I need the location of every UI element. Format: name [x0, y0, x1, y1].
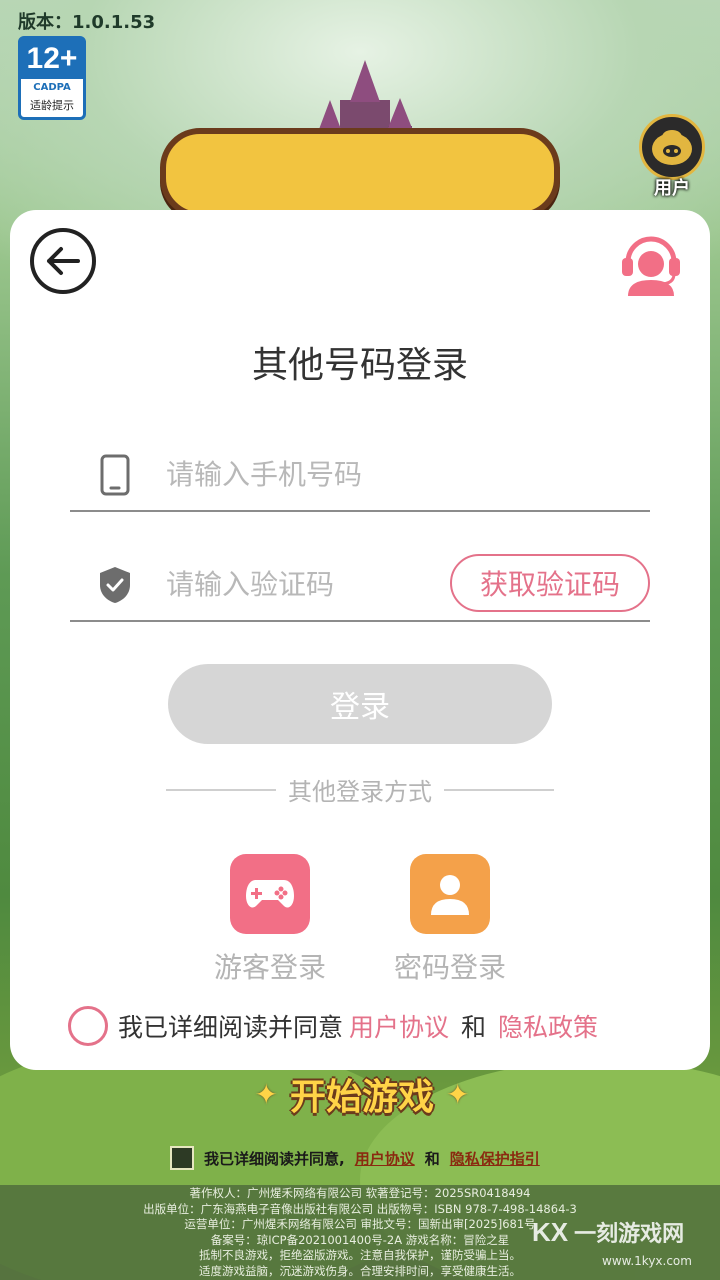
age-rating: 12+	[21, 39, 83, 79]
privacy-policy-link[interactable]: 隐私政策	[498, 1008, 598, 1044]
user-button[interactable]: 用户	[636, 114, 708, 204]
verification-code-field: 获取验证码	[70, 552, 650, 622]
login-button[interactable]: 登录	[168, 664, 552, 744]
get-code-button[interactable]: 获取验证码	[450, 554, 650, 612]
watermark-mark: KX	[532, 1216, 569, 1247]
guest-login-label: 游客登录	[213, 951, 326, 984]
customer-service-button[interactable]	[616, 228, 686, 298]
divider-line	[444, 788, 554, 791]
user-agreement-link[interactable]: 用户协议	[349, 1008, 449, 1044]
start-game-button[interactable]: ✦ 开始游戏 ✦	[222, 1066, 502, 1122]
bottom-agreement-text: 我已详细阅读并同意,	[204, 1149, 345, 1168]
agreement-and: 和	[461, 1013, 487, 1042]
phone-input[interactable]	[166, 450, 496, 498]
version-label: 版本：1.0.1.53	[18, 12, 156, 33]
divider-line	[166, 788, 276, 791]
gamepad-icon	[230, 854, 310, 934]
other-methods-label: 其他登录方式	[288, 778, 432, 806]
age-rating-tip: 适龄提示	[30, 99, 74, 112]
watermark-url: www.1kyx.com	[602, 1254, 692, 1268]
back-button[interactable]	[30, 228, 96, 294]
password-login-label: 密码登录	[393, 951, 506, 984]
bottom-agreement-and: 和	[424, 1149, 440, 1168]
other-methods-divider: 其他登录方式	[166, 772, 554, 807]
bottom-agreement: 我已详细阅读并同意, 用户协议 和 隐私保护指引	[170, 1146, 540, 1170]
start-game-label: 开始游戏	[289, 1077, 434, 1118]
agreement-row: 我已详细阅读并同意 用户协议 和 隐私政策	[68, 1006, 598, 1046]
agreement-radio[interactable]	[68, 1006, 108, 1046]
age-rating-badge[interactable]: 12+ CADPA 适龄提示	[18, 36, 86, 120]
dialog-title: 其他号码登录	[251, 345, 468, 386]
bottom-user-agreement-link[interactable]: 用户协议	[355, 1148, 415, 1169]
headset-icon	[622, 236, 680, 296]
legal-line: 著作权人：广州煋禾网络有限公司 软著登记号：2025SR0418494	[189, 1186, 531, 1200]
agreement-text: 我已详细阅读并同意	[118, 1013, 344, 1042]
phone-icon	[96, 452, 134, 498]
watermark: KX 一刻游戏网 www.1kyx.com	[532, 1216, 692, 1269]
sparkle-icon: ✦	[254, 1077, 278, 1111]
user-button-label: 用户	[654, 178, 690, 199]
login-dialog: 其他号码登录 获取验证码 登录 其他登录方式	[10, 210, 710, 1070]
shield-check-icon	[96, 562, 134, 608]
phone-field	[70, 442, 650, 512]
verification-code-input[interactable]	[166, 560, 496, 608]
age-rating-org: CADPA	[33, 82, 71, 93]
password-login-button[interactable]: 密码登录	[380, 854, 520, 986]
guest-login-button[interactable]: 游客登录	[200, 854, 340, 986]
game-logo	[160, 128, 560, 218]
bottom-agreement-checkbox[interactable]	[170, 1146, 194, 1170]
legal-line: 出版单位：广东海燕电子音像出版社有限公司 出版物号：ISBN 978-7-498…	[143, 1201, 577, 1216]
arrow-left-icon	[47, 247, 80, 275]
user-avatar-icon	[639, 114, 705, 180]
sparkle-icon: ✦	[446, 1077, 470, 1111]
watermark-name: 一刻游戏网	[574, 1222, 685, 1247]
bottom-privacy-guide-link[interactable]: 隐私保护指引	[450, 1148, 540, 1169]
person-icon	[410, 854, 490, 934]
